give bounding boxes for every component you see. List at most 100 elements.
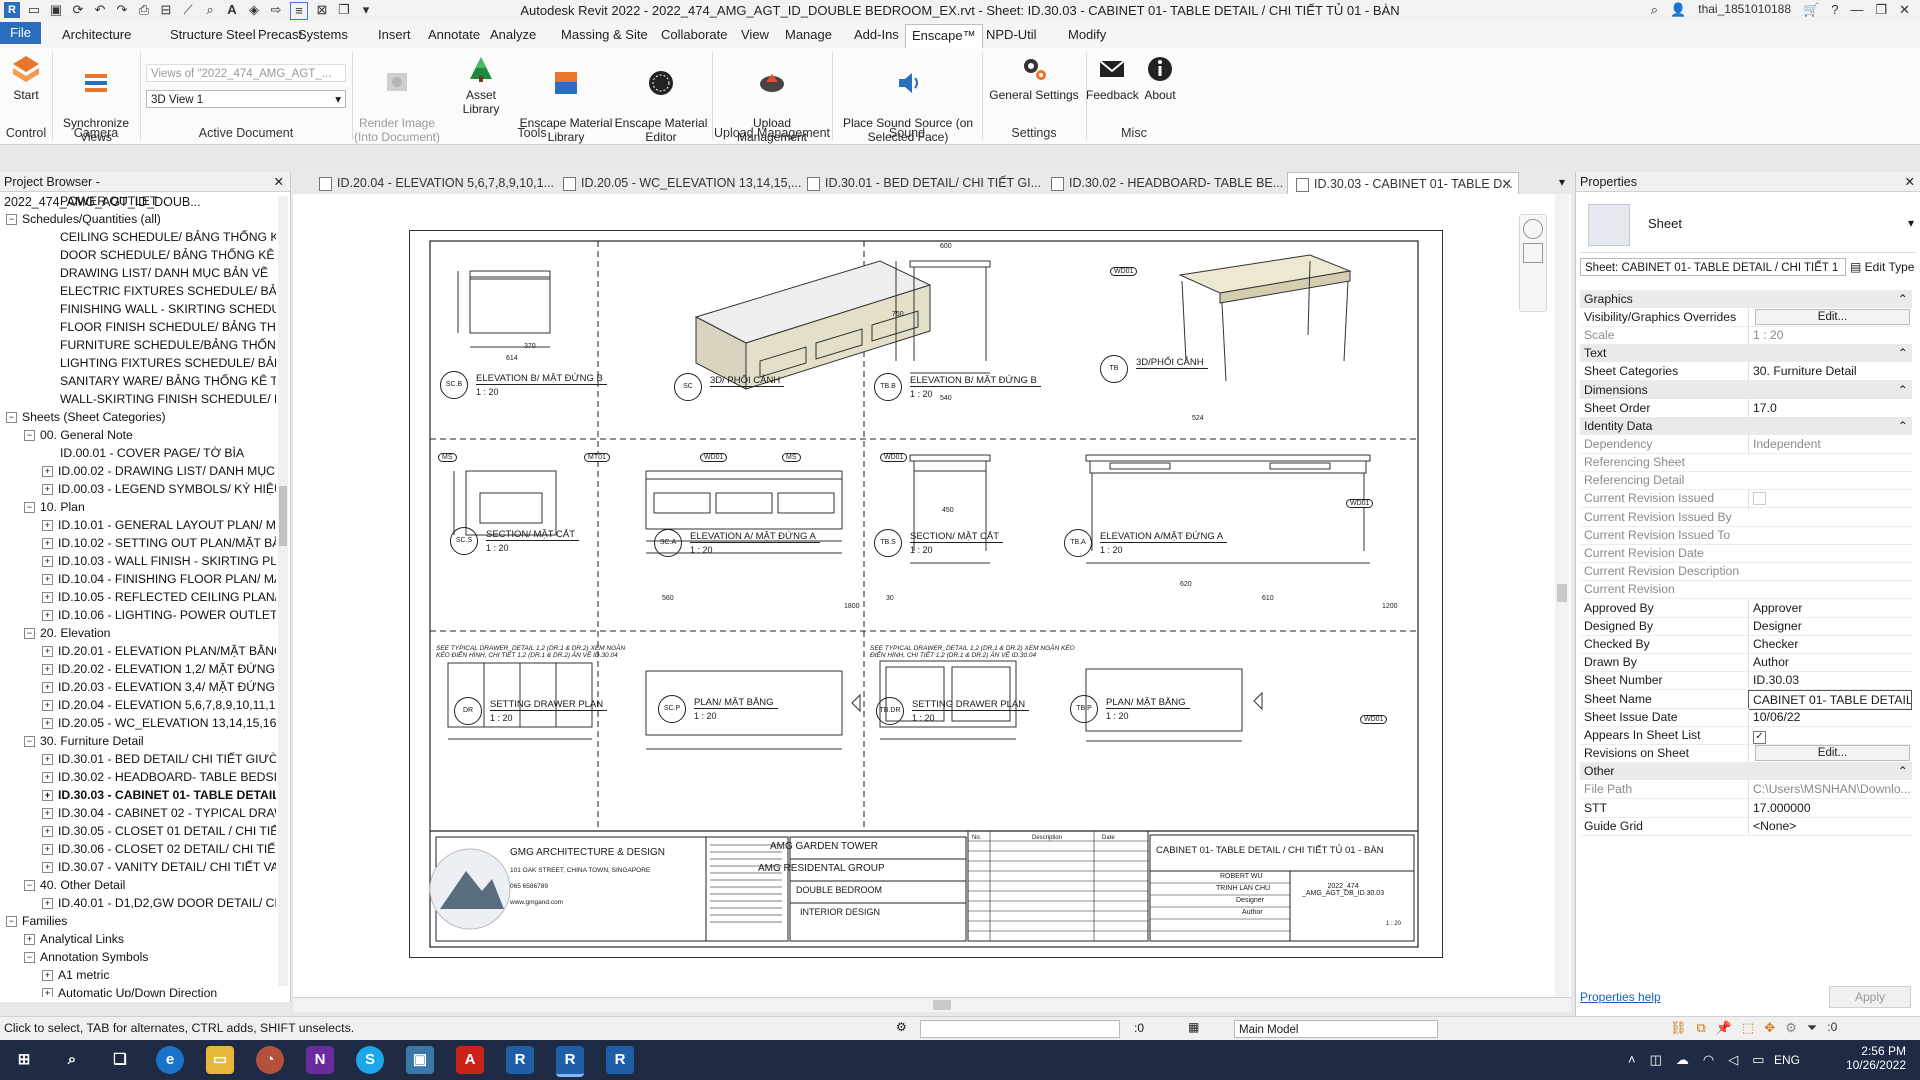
onenote-icon[interactable]: N <box>306 1046 334 1074</box>
property-row[interactable]: Approved By Approver <box>1580 598 1912 618</box>
property-value[interactable]: Edit... <box>1748 744 1912 763</box>
tab-collaborate[interactable]: Collaborate <box>655 26 734 43</box>
select-links-icon[interactable]: ⛓ <box>1670 1020 1687 1036</box>
design-option-combo[interactable]: Main Model <box>1234 1020 1438 1038</box>
checkbox[interactable]: ✓ <box>1753 731 1766 744</box>
browser-item[interactable]: + ID.30.05 - CLOSET 01 DETAIL / CHI TIẾT <box>42 822 276 840</box>
browser-item[interactable]: + Automatic Up/Down Direction <box>42 984 217 997</box>
browser-item[interactable]: −30. Furniture Detail <box>24 732 144 750</box>
windows-start-icon[interactable]: ⊞ <box>10 1046 38 1074</box>
browser-item[interactable]: + ID.10.06 - LIGHTING- POWER OUTLET F <box>42 606 276 624</box>
expand-icon[interactable]: + <box>42 862 53 874</box>
user-icon[interactable]: 👤 <box>1670 2 1686 18</box>
instance-selector[interactable]: Sheet: CABINET 01- TABLE DETAIL / CHI TI… <box>1580 258 1846 276</box>
property-value[interactable]: 17.000000 <box>1748 798 1912 817</box>
property-value[interactable]: Independent <box>1748 434 1912 453</box>
expand-icon[interactable]: + <box>42 988 53 997</box>
browser-item[interactable]: + A1 metric <box>42 966 109 984</box>
network-icon[interactable]: ◫ <box>1650 1052 1662 1068</box>
close-tab-icon[interactable]: ✕ <box>1502 173 1512 195</box>
tab-npd-util[interactable]: NPD-Util <box>980 26 1043 43</box>
property-value[interactable]: Designer <box>1748 616 1912 635</box>
edit-button[interactable]: Edit... <box>1755 745 1910 762</box>
property-row[interactable]: Sheet Number ID.30.03 <box>1580 671 1912 691</box>
browser-item[interactable]: FLOOR FINISH SCHEDULE/ BẢNG THỐNG K <box>60 318 276 336</box>
tab-annotate[interactable]: Annotate <box>422 26 486 43</box>
tab-add-ins[interactable]: Add-Ins <box>848 26 905 43</box>
browser-item[interactable]: −20. Elevation <box>24 624 110 642</box>
expand-icon[interactable]: + <box>42 682 53 694</box>
property-row[interactable]: Scale 1 : 20 <box>1580 326 1912 346</box>
revit-active-icon[interactable]: R <box>556 1046 584 1077</box>
browser-item[interactable]: + ID.20.03 - ELEVATION 3,4/ MẶT ĐỨNG <box>42 678 275 696</box>
minimize-icon[interactable]: — <box>1850 2 1863 18</box>
browser-item[interactable]: − Annotation Symbols <box>24 948 148 966</box>
property-row[interactable]: Current Revision <box>1580 580 1912 600</box>
browser-item[interactable]: LIGHTING FIXTURES SCHEDULE/ BẢNG THỐ <box>60 354 276 372</box>
browser-item[interactable]: FURNITURE SCHEDULE/BẢNG THỐNG KÊ Đ <box>60 336 276 354</box>
view-tab[interactable]: ID.30.03 - CABINET 01- TABLE D... ✕ <box>1287 172 1519 194</box>
filter-icon[interactable]: ⏷ <box>1807 1020 1817 1036</box>
tab-file[interactable]: File <box>0 22 41 44</box>
close-icon[interactable]: ✕ <box>274 172 284 192</box>
design-options-icon[interactable]: ▦ <box>1188 1020 1199 1034</box>
select-pinned-icon[interactable]: 📌 <box>1716 1020 1732 1036</box>
browser-item[interactable]: + ID.30.03 - CABINET 01- TABLE DETAIL <box>42 786 276 804</box>
apply-button[interactable]: Apply <box>1829 986 1911 1008</box>
collapse-icon[interactable]: ⌃ <box>1898 290 1908 308</box>
property-group-header[interactable]: Text ⌃ <box>1580 344 1912 363</box>
browser-item[interactable]: + ID.10.05 - REFLECTED CEILING PLAN/ M <box>42 588 276 606</box>
property-value[interactable]: Edit... <box>1748 308 1912 326</box>
property-row[interactable]: Sheet Categories 30. Furniture Detail <box>1580 362 1912 382</box>
property-row[interactable]: Current Revision Issued By <box>1580 508 1912 527</box>
zoom-icon[interactable] <box>1523 243 1543 263</box>
browser-item[interactable]: + Analytical Links <box>24 930 124 948</box>
property-row[interactable]: Referencing Detail <box>1580 471 1912 491</box>
property-row[interactable]: Revisions on Sheet Edit... <box>1580 744 1912 764</box>
collapse-icon[interactable]: ⌃ <box>1898 417 1908 435</box>
expand-icon[interactable]: + <box>42 556 53 568</box>
browser-item[interactable]: −40. Other Detail <box>24 876 125 894</box>
property-value[interactable]: ID.30.03 <box>1748 671 1912 690</box>
browser-item[interactable]: FINISHING WALL - SKIRTING SCHEDULE <box>60 300 276 318</box>
property-value[interactable]: 10/06/22 <box>1748 707 1912 726</box>
browser-item[interactable]: − Schedules/Quantities (all) <box>6 210 161 228</box>
browser-item[interactable]: DOOR SCHEDULE/ BẢNG THỐNG KÊ CỬA <box>60 246 276 264</box>
edit-button[interactable]: Edit... <box>1755 309 1910 325</box>
collapse-icon[interactable]: − <box>24 430 35 442</box>
steering-wheel-icon[interactable] <box>1523 219 1543 239</box>
paint-icon[interactable]: ◔ <box>256 1046 284 1074</box>
expand-icon[interactable]: + <box>42 520 53 532</box>
property-row[interactable]: Designed By Designer <box>1580 616 1912 636</box>
property-group-header[interactable]: Graphics ⌃ <box>1580 290 1912 308</box>
select-face-icon[interactable]: ⬚ <box>1742 1020 1754 1036</box>
expand-icon[interactable]: + <box>42 772 53 784</box>
asset-library-button[interactable]: Asset Library <box>446 54 516 116</box>
view-tab[interactable]: ID.30.01 - BED DETAIL/ CHI TIẾT GI... <box>799 172 1041 194</box>
browser-item[interactable]: + ID.30.04 - CABINET 02 - TYPICAL DRAW <box>42 804 276 822</box>
expand-icon[interactable]: + <box>42 484 53 496</box>
expand-icon[interactable]: + <box>42 844 53 856</box>
browser-item[interactable]: − Sheets (Sheet Categories) <box>6 408 166 426</box>
property-row[interactable]: Sheet Name CABINET 01- TABLE DETAIL <box>1580 689 1912 710</box>
collapse-icon[interactable]: ⌃ <box>1898 344 1908 362</box>
skype-icon[interactable]: S <box>356 1046 384 1074</box>
user-name[interactable]: thai_1851010188 <box>1698 2 1791 18</box>
file-explorer-icon[interactable]: ▭ <box>206 1046 234 1074</box>
property-value[interactable]: CABINET 01- TABLE DETAIL <box>1748 689 1912 710</box>
photos-icon[interactable]: ▣ <box>406 1046 434 1074</box>
browser-item[interactable]: −10. Plan <box>24 498 85 516</box>
browser-item[interactable]: + ID.20.05 - WC_ELEVATION 13,14,15,16, <box>42 714 276 732</box>
view-tab[interactable]: ID.30.02 - HEADBOARD- TABLE BE... <box>1043 172 1283 194</box>
expand-icon[interactable]: + <box>24 934 35 946</box>
property-row[interactable]: Sheet Issue Date 10/06/22 <box>1580 707 1912 727</box>
property-row[interactable]: Checked By Checker <box>1580 635 1912 654</box>
collapse-icon[interactable]: ⌃ <box>1898 381 1908 399</box>
expand-icon[interactable]: + <box>42 754 53 766</box>
browser-item[interactable]: + ID.10.04 - FINISHING FLOOR PLAN/ MẶ <box>42 570 276 588</box>
expand-icon[interactable]: + <box>42 808 53 820</box>
expand-icon[interactable]: + <box>42 718 53 730</box>
browser-item[interactable]: + ID.10.03 - WALL FINISH - SKIRTING PLA <box>42 552 276 570</box>
property-row[interactable]: Current Revision Issued <box>1580 489 1912 511</box>
properties-help-link[interactable]: Properties help <box>1580 990 1661 1004</box>
